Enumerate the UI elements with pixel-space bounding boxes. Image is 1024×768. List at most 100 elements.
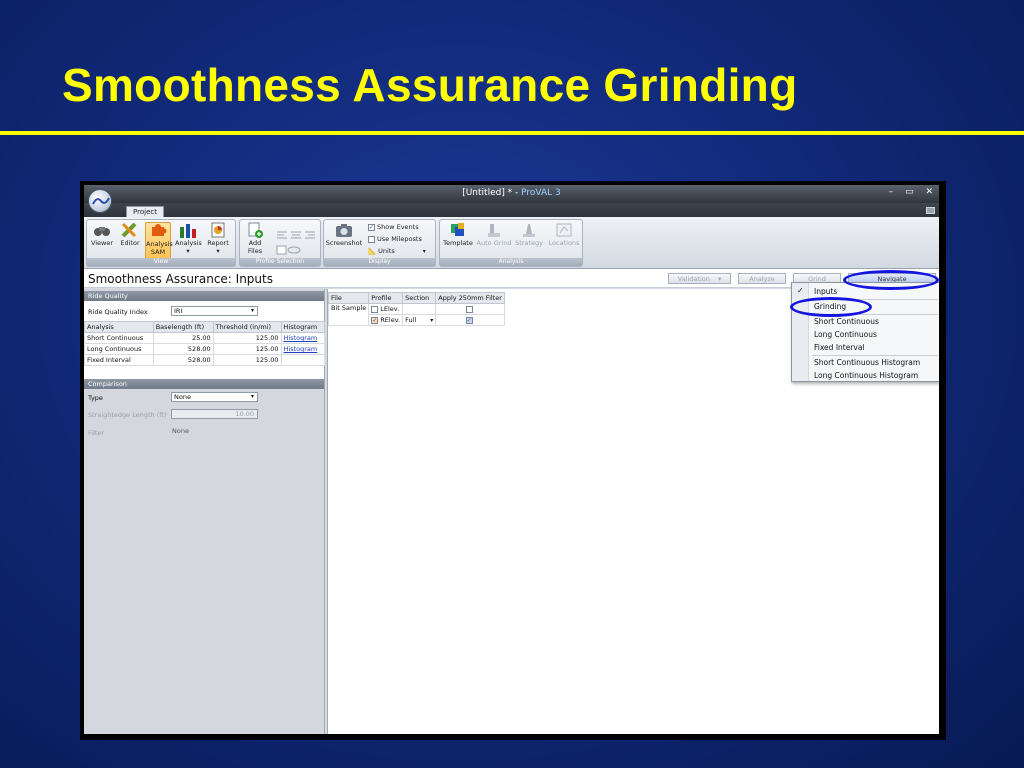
close-button[interactable]: ✕ xyxy=(925,187,933,197)
ride-quality-index-label: Ride Quality Index xyxy=(88,308,148,316)
filter-value: None xyxy=(172,427,189,435)
group-label-analysis: Analysis xyxy=(440,258,582,266)
table-row[interactable]: Long Continuous 528.00 125.00 Histogram xyxy=(84,343,325,355)
profile-cell[interactable]: ✓ RElev. xyxy=(368,314,404,326)
section-cell[interactable] xyxy=(402,303,437,315)
show-events-checkbox[interactable]: ✓ Show Events xyxy=(368,223,419,231)
window-titlebar: [Untitled] * - ProVAL 3 – ▭ ✕ xyxy=(84,185,939,203)
title-divider xyxy=(0,131,1024,135)
group-label-view: View xyxy=(87,258,235,266)
profile-checkbox[interactable] xyxy=(371,305,379,313)
straightedge-length-input[interactable]: 10.00 xyxy=(171,409,258,419)
table-row[interactable]: Short Continuous 25.00 125.00 Histogram xyxy=(84,332,325,344)
filter-cell[interactable] xyxy=(435,303,505,315)
ribbon-group-analysis: Template Auto Grind Strategy Locations A… xyxy=(439,219,583,267)
menu-item-long-continuous-histogram[interactable]: Long Continuous Histogram xyxy=(814,369,918,382)
ribbon-group-profile-selection: Add Files Profile Selection xyxy=(239,219,321,267)
viewer-button[interactable]: Viewer xyxy=(89,222,115,247)
tools-icon xyxy=(121,222,139,238)
units-dropdown[interactable]: 📐 Units ▾ xyxy=(368,247,426,255)
comparison-type-select[interactable]: None ▾ xyxy=(171,392,258,402)
template-icon xyxy=(449,222,467,238)
analyze-button[interactable]: Analyze xyxy=(738,273,786,284)
histogram-link[interactable]: Histogram xyxy=(284,345,318,353)
analysis-cell: Short Continuous xyxy=(84,332,154,344)
threshold-cell[interactable]: 125.00 xyxy=(212,332,282,344)
menu-item-fixed-interval[interactable]: Fixed Interval xyxy=(814,341,865,354)
straightedge-length-label: Straightedge Length (ft) xyxy=(88,411,167,419)
group-label-display: Display xyxy=(324,258,435,266)
binoculars-icon xyxy=(93,222,111,238)
slide-title: Smoothness Assurance Grinding xyxy=(62,59,798,111)
strategy-icon xyxy=(520,222,538,238)
filter-cell[interactable]: ✓ xyxy=(435,314,505,326)
threshold-cell[interactable]: 125.00 xyxy=(212,343,282,355)
inputs-left-pane: Ride Quality Ride Quality Index IRI ▾ Ana… xyxy=(84,289,325,734)
bar-chart-icon xyxy=(179,222,197,238)
ribbon-group-view: Viewer Editor Analysis SAM Analysis ▾ Re… xyxy=(86,219,236,267)
ride-quality-index-select[interactable]: IRI ▾ xyxy=(171,306,258,316)
ribbon-minimize-icon[interactable] xyxy=(926,207,935,214)
auto-grind-button[interactable]: Auto Grind xyxy=(476,222,512,247)
table-row[interactable]: Bit Sample LElev. xyxy=(327,303,505,326)
filter-checkbox[interactable]: ✓ xyxy=(465,316,473,324)
baselength-cell[interactable]: 528.00 xyxy=(152,354,214,366)
ride-quality-table: Analysis Baselength (ft) Threshold (in/m… xyxy=(84,321,325,366)
histogram-link[interactable]: Histogram xyxy=(284,334,318,342)
column-header: Baselength (ft) xyxy=(152,321,214,333)
menu-item-short-continuous-histogram[interactable]: Short Continuous Histogram xyxy=(814,356,920,369)
ribbon-tabstrip: Project xyxy=(84,203,939,218)
puzzle-icon xyxy=(149,223,167,239)
report-icon xyxy=(209,222,227,238)
template-button[interactable]: Template xyxy=(442,222,474,247)
ride-quality-header: Ride Quality xyxy=(84,291,324,301)
align-icons xyxy=(276,225,316,239)
navigate-highlight-oval xyxy=(843,270,939,290)
threshold-cell[interactable]: 125.00 xyxy=(212,354,282,366)
menu-item-long-continuous[interactable]: Long Continuous xyxy=(814,328,877,341)
page-title: Smoothness Assurance: Inputs xyxy=(88,272,273,286)
proval-window: [Untitled] * - ProVAL 3 – ▭ ✕ Project Vi… xyxy=(80,181,946,740)
file-name-cell: Bit Sample xyxy=(327,303,370,326)
menu-item-short-continuous[interactable]: Short Continuous xyxy=(814,315,879,328)
table-row[interactable]: Fixed Interval 528.00 125.00 xyxy=(84,354,325,366)
grinding-highlight-oval xyxy=(790,297,872,317)
baselength-cell[interactable]: 25.00 xyxy=(152,332,214,344)
baselength-cell[interactable]: 528.00 xyxy=(152,343,214,355)
profile-cell[interactable]: LElev. xyxy=(368,303,404,315)
app-menu-orb-icon[interactable] xyxy=(88,189,112,213)
locations-icon xyxy=(555,222,573,238)
checkmark-icon: ✓ xyxy=(797,286,804,295)
analysis-cell: Fixed Interval xyxy=(84,354,154,366)
grinder-icon xyxy=(485,222,503,238)
filter-checkbox[interactable] xyxy=(465,305,473,313)
units-icon: 📐 xyxy=(368,247,377,255)
use-mileposts-checkbox[interactable]: Use Mileposts xyxy=(368,235,422,243)
add-files-button[interactable]: Add Files xyxy=(242,222,268,255)
validation-button[interactable]: Validation ▾ xyxy=(668,273,731,284)
type-label: Type xyxy=(88,394,103,402)
maximize-button[interactable]: ▭ xyxy=(905,187,914,197)
screenshot-button[interactable]: Screenshot xyxy=(325,222,363,247)
histogram-cell xyxy=(280,354,325,366)
locations-button[interactable]: Locations xyxy=(546,222,582,247)
profile-checkbox[interactable]: ✓ xyxy=(371,316,379,324)
camera-icon xyxy=(335,222,353,238)
strategy-button[interactable]: Strategy xyxy=(513,222,545,247)
analysis-button[interactable]: Analysis ▾ xyxy=(175,222,202,255)
window-title: [Untitled] * - ProVAL 3 xyxy=(462,188,561,198)
column-header: Analysis xyxy=(84,321,154,333)
ribbon: Viewer Editor Analysis SAM Analysis ▾ Re… xyxy=(84,217,939,269)
report-button[interactable]: Report ▾ xyxy=(205,222,231,255)
column-header: File xyxy=(327,292,370,304)
analysis-cell: Long Continuous xyxy=(84,343,154,355)
editor-button[interactable]: Editor xyxy=(117,222,143,247)
column-header: Threshold (in/mi) xyxy=(212,321,282,333)
section-select[interactable]: Full ▾ xyxy=(402,314,437,326)
file-profile-table: File Profile Section Apply 250mm Filter … xyxy=(327,292,505,326)
analysis-sam-button[interactable]: Analysis SAM xyxy=(145,222,173,260)
ribbon-group-display: Screenshot ✓ Show Events Use Mileposts 📐 … xyxy=(323,219,436,267)
ride-quality-panel: Ride Quality Index IRI ▾ Analysis Baselen… xyxy=(84,301,325,379)
minimize-button[interactable]: – xyxy=(889,187,894,197)
filter-label: Filter xyxy=(88,429,105,437)
